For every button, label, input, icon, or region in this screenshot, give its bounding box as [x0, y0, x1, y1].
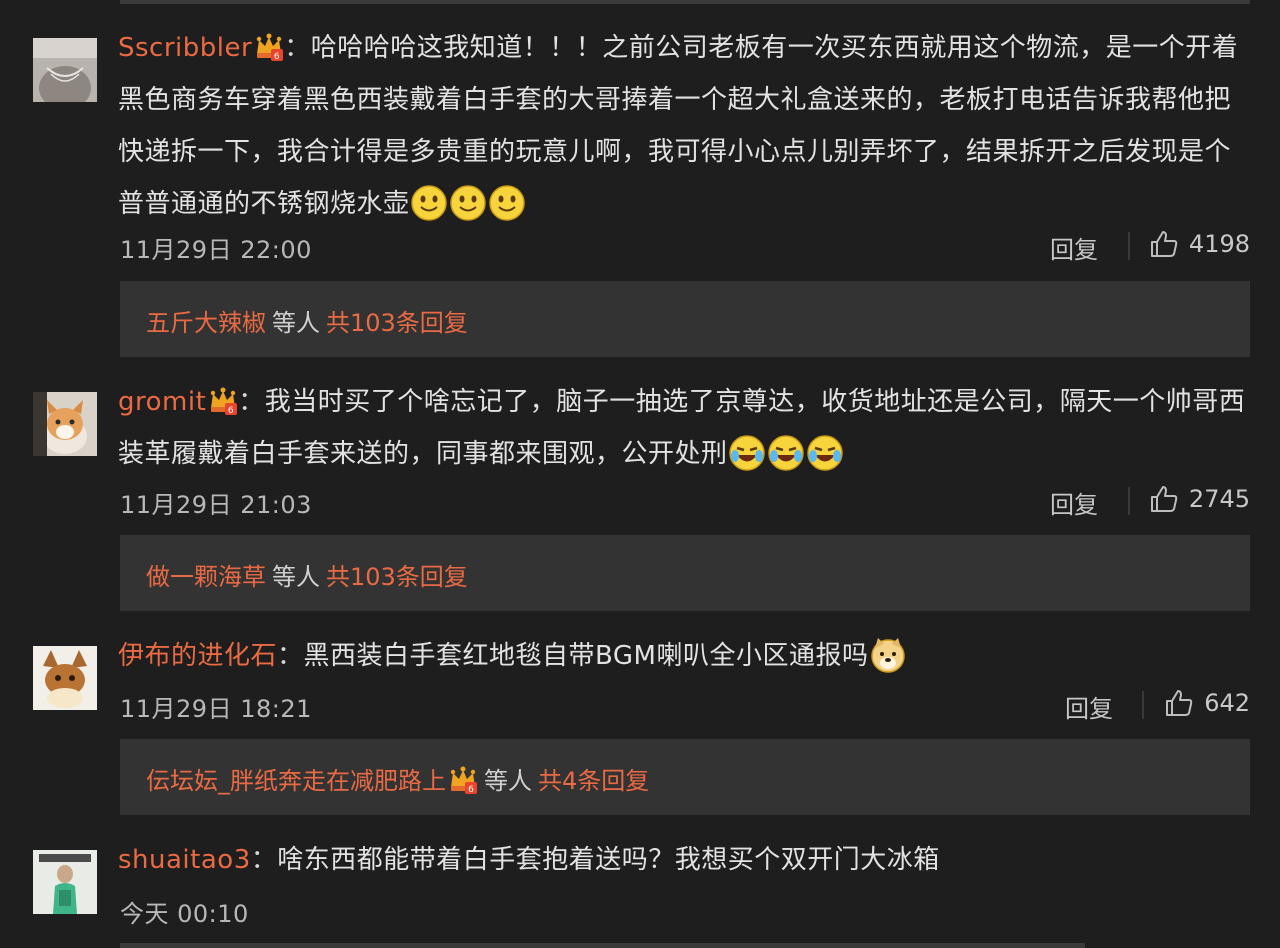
comment-meta: 11月29日 22:00 回复 4198 — [120, 226, 1250, 265]
comment-username[interactable]: gromit — [118, 387, 206, 417]
vip-crown-icon: 6 — [208, 382, 238, 416]
like-count: 2745 — [1188, 485, 1250, 513]
comment-time: 11月29日 18:21 — [120, 695, 312, 723]
reply-etc-label: 等人 — [272, 563, 320, 591]
svg-text:6: 6 — [468, 785, 474, 795]
reply-count-link[interactable]: 共103条回复 — [326, 563, 468, 591]
thumbs-up-icon — [1166, 690, 1193, 716]
comment-separator: ： — [277, 641, 304, 671]
comment-time: 今天 00:10 — [120, 900, 249, 928]
svg-text:6: 6 — [274, 52, 280, 62]
laugh-cry-emoji — [728, 434, 766, 472]
avatar[interactable] — [33, 850, 97, 914]
comment-username[interactable]: 伊布的进化石 — [118, 641, 277, 671]
like-count: 642 — [1204, 689, 1250, 717]
smile-emoji — [488, 184, 526, 222]
avatar[interactable] — [33, 392, 97, 456]
comment-text-block: shuaitao3：啥东西都能带着白手套抱着送吗？我想买个双开门大冰箱 — [118, 834, 1253, 886]
comment-text-block: 伊布的进化石：黑西装白手套红地毯自带BGM喇叭全小区通报吗 — [118, 630, 1253, 682]
vip-crown-icon: 6 — [254, 28, 284, 62]
comment-time: 11月29日 21:03 — [120, 491, 312, 519]
replies-preview[interactable]: 伝坛妘_胖纸奔走在减肥路上 6 等人 共4条回复 — [120, 739, 1250, 815]
replies-preview[interactable]: 做一颗海草 等人 共103条回复 — [120, 535, 1250, 611]
laugh-cry-emoji — [767, 434, 805, 472]
comment-separator: ： — [250, 845, 278, 875]
reply-author[interactable]: 五斤大辣椒 — [146, 309, 266, 337]
comment-text-block: Sscribbler 6 ：哈哈哈哈这我知道！！！之前公司老板有一次买东西就用这个物… — [118, 22, 1253, 230]
comment-body: 啥东西都能带着白手套抱着送吗？我想买个双开门大冰箱 — [277, 845, 940, 875]
comment-meta: 11月29日 18:21 回复 642 — [120, 685, 1250, 724]
comment-body: 我当时买了个啥忘记了，脑子一抽选了京尊达，收货地址还是公司，隔天一个帅哥西装革履… — [118, 387, 1246, 469]
top-divider — [120, 0, 1250, 4]
like-button[interactable]: 642 — [1164, 685, 1250, 721]
thumbs-up-icon — [1150, 231, 1178, 257]
vip-crown-icon: 6 — [448, 765, 478, 795]
reply-author[interactable]: 伝坛妘_胖纸奔走在减肥路上 — [146, 767, 446, 795]
meta-divider — [1142, 691, 1144, 719]
like-button[interactable]: 2745 — [1149, 481, 1250, 517]
comment-body: 黑西装白手套红地毯自带BGM喇叭全小区通报吗 — [303, 641, 869, 671]
svg-text:6: 6 — [228, 406, 234, 416]
avatar[interactable] — [33, 646, 97, 710]
smile-emoji — [410, 184, 448, 222]
reply-etc-label: 等人 — [272, 309, 320, 337]
thumbs-up-icon — [1150, 486, 1178, 512]
doge-emoji — [869, 636, 907, 674]
replies-preview[interactable]: 五斤大辣椒 等人 共103条回复 — [120, 281, 1250, 357]
comment-text-block: gromit 6 ：我当时买了个啥忘记了，脑子一抽选了京尊达，收货地址还是公司，隔天… — [118, 376, 1253, 480]
laugh-cry-emoji — [806, 434, 844, 472]
reply-button[interactable]: 回复 — [1065, 689, 1113, 724]
meta-divider — [1128, 232, 1130, 260]
comment-time: 11月29日 22:00 — [120, 236, 312, 264]
reply-count-link[interactable]: 共4条回复 — [538, 767, 649, 795]
smile-emoji — [449, 184, 487, 222]
reply-etc-label: 等人 — [484, 767, 532, 795]
comment-username[interactable]: Sscribbler — [118, 33, 252, 63]
reply-button[interactable]: 回复 — [1050, 230, 1098, 265]
meta-divider — [1128, 487, 1130, 515]
like-count: 4198 — [1188, 230, 1250, 258]
reply-button[interactable]: 回复 — [1050, 485, 1098, 520]
comment-meta: 11月29日 21:03 回复 2745 — [120, 481, 1250, 520]
comment-separator: ： — [238, 387, 265, 417]
comment-username[interactable]: shuaitao3 — [118, 845, 251, 875]
reply-count-link[interactable]: 共103条回复 — [326, 309, 468, 337]
bottom-divider — [120, 943, 1085, 948]
comment-separator: ： — [284, 33, 311, 63]
avatar[interactable] — [33, 38, 97, 102]
comment-meta: 今天 00:10 — [120, 890, 1250, 928]
reply-author[interactable]: 做一颗海草 — [146, 563, 266, 591]
like-button[interactable]: 4198 — [1149, 226, 1250, 262]
